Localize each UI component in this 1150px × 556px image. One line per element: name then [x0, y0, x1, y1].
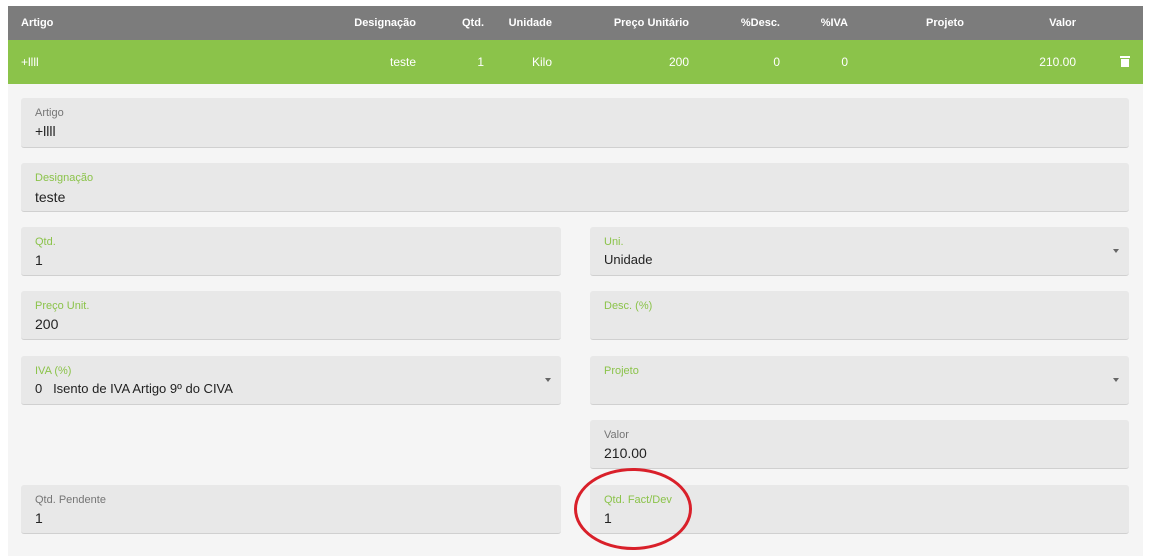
col-iva: %IVA: [820, 17, 848, 29]
cell-qtd: 1: [477, 55, 484, 69]
valor-label: Valor: [604, 429, 629, 441]
col-valor: Valor: [1049, 17, 1076, 29]
cell-artigo: +llll: [21, 55, 39, 69]
valor-field[interactable]: Valor 210.00: [590, 420, 1129, 469]
caret-down-icon[interactable]: [545, 378, 551, 382]
desc-label: Desc. (%): [604, 300, 653, 312]
preco-unit-value: 200: [35, 316, 59, 332]
cell-iva: 0: [841, 55, 848, 69]
preco-unit-field[interactable]: Preço Unit. 200: [21, 291, 561, 340]
caret-down-icon[interactable]: [1113, 378, 1119, 382]
cell-unidade: Kilo: [531, 55, 552, 69]
artigo-label: Artigo: [35, 107, 64, 119]
iva-select[interactable]: IVA (%) 0 Isento de IVA Artigo 9º do CIV…: [21, 356, 561, 405]
projeto-select[interactable]: Projeto: [590, 356, 1129, 405]
qtd-fact-dev-value: 1: [604, 510, 612, 526]
cell-projeto: [895, 40, 995, 84]
projeto-label: Projeto: [604, 365, 639, 377]
qtd-pendente-value: 1: [35, 510, 43, 526]
uni-value: Unidade: [604, 252, 653, 267]
uni-select[interactable]: Uni. Unidade: [590, 227, 1129, 276]
artigo-value: +llll: [35, 123, 56, 139]
designacao-field[interactable]: Designação teste: [21, 163, 1129, 212]
designacao-value: teste: [35, 189, 66, 205]
designacao-label: Designação: [35, 172, 94, 184]
col-artigo: Artigo: [21, 17, 54, 29]
col-unidade: Unidade: [508, 17, 552, 29]
cell-valor: 210.00: [1039, 55, 1076, 69]
qtd-fact-dev-label: Qtd. Fact/Dev: [604, 494, 672, 506]
col-desc: %Desc.: [740, 17, 780, 29]
table-header: Artigo Designação Qtd. Unidade Preço Uni…: [8, 6, 1143, 40]
cell-preco: 200: [668, 55, 689, 69]
trash-icon[interactable]: [1120, 56, 1130, 67]
table-row[interactable]: +llll teste 1 Kilo 200 0 0 210.00: [8, 40, 1143, 84]
qtd-label: Qtd.: [35, 236, 56, 248]
cell-designacao: teste: [389, 55, 416, 69]
desc-field[interactable]: Desc. (%): [590, 291, 1129, 340]
col-qtd: Qtd.: [462, 17, 484, 29]
caret-down-icon[interactable]: [1113, 249, 1119, 253]
line-item-editor: Artigo Designação Qtd. Unidade Preço Uni…: [8, 6, 1143, 556]
qtd-pendente-label: Qtd. Pendente: [35, 494, 106, 506]
artigo-field[interactable]: Artigo +llll: [21, 98, 1129, 148]
qtd-value: 1: [35, 252, 43, 268]
preco-unit-label: Preço Unit.: [35, 300, 90, 312]
valor-value: 210.00: [604, 445, 647, 461]
iva-label: IVA (%): [35, 365, 72, 377]
qtd-pendente-field[interactable]: Qtd. Pendente 1: [21, 485, 561, 534]
iva-value: 0 Isento de IVA Artigo 9º do CIVA: [35, 381, 233, 396]
col-preco: Preço Unitário: [613, 17, 689, 29]
qtd-fact-dev-field[interactable]: Qtd. Fact/Dev 1: [590, 485, 1129, 534]
cell-desc: 0: [773, 55, 780, 69]
col-designacao: Designação: [354, 17, 416, 29]
col-projeto: Projeto: [926, 17, 964, 29]
qtd-field[interactable]: Qtd. 1: [21, 227, 561, 276]
uni-label: Uni.: [604, 236, 624, 248]
